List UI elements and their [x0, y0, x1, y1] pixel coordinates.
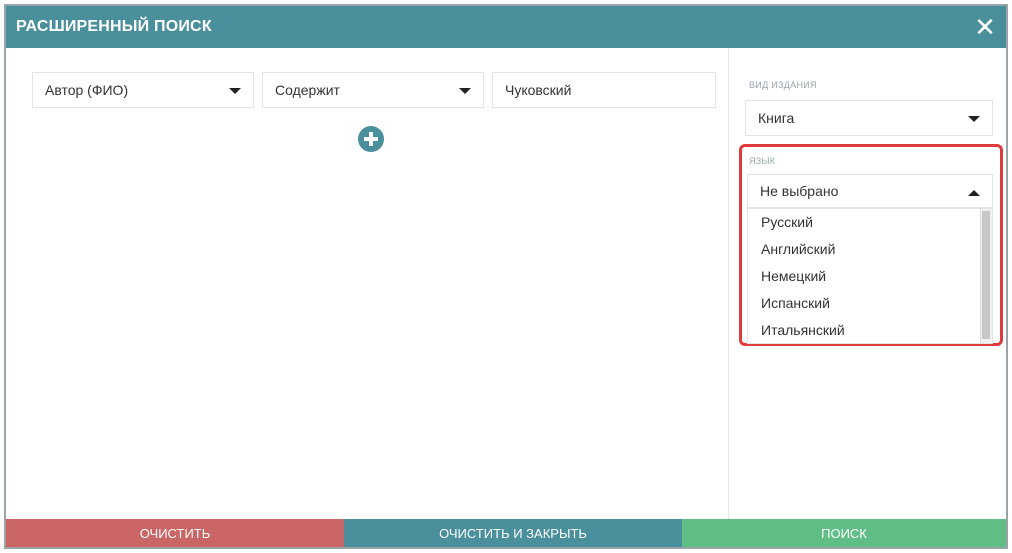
dropdown-option[interactable]: Русский [748, 209, 992, 236]
close-icon[interactable]: ✕ [970, 12, 1000, 42]
search-value-input[interactable]: Чуковский [492, 72, 716, 108]
search-button[interactable]: ПОИСК [682, 519, 1006, 547]
edition-type-label: ВИД ИЗДАНИЯ [749, 80, 817, 90]
language-select[interactable]: Не выбрано [747, 174, 993, 208]
dialog-titlebar: РАСШИРЕННЫЙ ПОИСК ✕ [6, 6, 1006, 48]
advanced-search-dialog: РАСШИРЕННЫЙ ПОИСК ✕ Автор (ФИО) Содержит… [4, 4, 1008, 549]
chevron-down-icon [968, 116, 980, 122]
chevron-up-icon [968, 190, 980, 196]
chevron-down-icon [459, 88, 471, 94]
dropdown-option[interactable]: Испанский [748, 290, 992, 317]
field-select[interactable]: Автор (ФИО) [32, 72, 254, 108]
plus-circle-icon[interactable] [358, 126, 384, 152]
field-select-value: Автор (ФИО) [45, 82, 129, 98]
dropdown-option[interactable]: Итальянский [748, 317, 992, 343]
dialog-title: РАСШИРЕННЫЙ ПОИСК [16, 18, 212, 35]
edition-type-select[interactable]: Книга [745, 100, 993, 136]
edition-type-value: Книга [758, 110, 795, 126]
dropdown-scrollbar[interactable] [980, 209, 992, 343]
operator-select-value: Содержит [275, 82, 340, 98]
query-panel: Автор (ФИО) Содержит Чуковский [6, 48, 728, 519]
chevron-down-icon [229, 88, 241, 94]
dropdown-option[interactable]: Немецкий [748, 263, 992, 290]
language-label: ЯЗЫК [749, 156, 776, 166]
dialog-footer: ОЧИСТИТЬ ОЧИСТИТЬ И ЗАКРЫТЬ ПОИСК [6, 519, 1006, 547]
scrollbar-thumb[interactable] [982, 211, 990, 339]
language-dropdown: Русский Английский Немецкий Испанский Ит… [747, 208, 993, 344]
dropdown-option[interactable]: Английский [748, 236, 992, 263]
search-value-text: Чуковский [505, 82, 572, 98]
clear-button[interactable]: ОЧИСТИТЬ [6, 519, 344, 547]
clear-and-close-button[interactable]: ОЧИСТИТЬ И ЗАКРЫТЬ [344, 519, 682, 547]
language-select-value: Не выбрано [760, 183, 839, 199]
filters-sidebar: ВИД ИЗДАНИЯ Книга ЯЗЫК Не выбрано Русски… [728, 48, 1006, 519]
operator-select[interactable]: Содержит [262, 72, 484, 108]
